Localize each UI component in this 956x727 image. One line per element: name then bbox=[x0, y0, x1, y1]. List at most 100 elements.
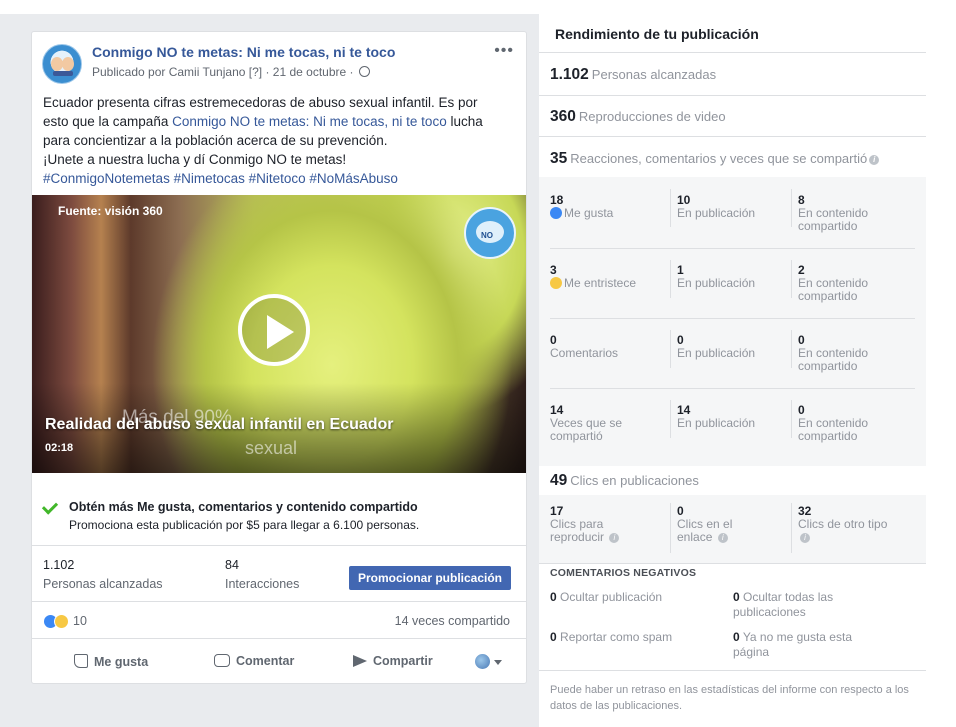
sad-on-post-label: En publicación bbox=[677, 276, 756, 290]
post-header: Conmigo NO te metas: Ni me tocas, ni te … bbox=[42, 42, 518, 86]
divider bbox=[670, 330, 671, 368]
reach-metric: 1.102 Personas alcanzadas bbox=[550, 66, 716, 84]
clicks-play-text: Clics para reproducir bbox=[550, 517, 605, 544]
sad-total: 3 Me entristece bbox=[550, 264, 670, 290]
globe-icon bbox=[358, 66, 370, 77]
page-name-link[interactable]: Conmigo NO te metas: Ni me tocas, ni te … bbox=[92, 44, 395, 60]
shares-on-post-label: En publicación bbox=[677, 416, 756, 430]
unlike-page-stat: 0 Ya no me gusta esta página bbox=[733, 630, 883, 660]
clicks-metric-label: Clics en publicaciones bbox=[570, 473, 699, 488]
shares-shared: 0 En contenido compartido bbox=[798, 404, 908, 443]
divider bbox=[670, 260, 671, 298]
post-text-line: esto que la campaña Conmigo NO te metas:… bbox=[43, 112, 519, 131]
comment-label: Comentar bbox=[236, 654, 295, 668]
sad-shared-label: En contenido compartido bbox=[798, 276, 869, 303]
play-icon bbox=[267, 315, 294, 349]
video-overlay-text: sexual bbox=[245, 438, 298, 458]
divider bbox=[670, 400, 671, 438]
hide-post-value: 0 bbox=[550, 590, 557, 604]
chevron-down-icon[interactable] bbox=[494, 660, 502, 665]
views-metric-label: Reproducciones de video bbox=[578, 109, 726, 124]
post-date[interactable]: · 21 de octubre · bbox=[265, 65, 353, 79]
promote-post-button[interactable]: Promocionar publicación bbox=[349, 566, 511, 590]
more-options-icon[interactable]: ••• bbox=[494, 42, 514, 60]
performance-title: Rendimiento de tu publicación bbox=[555, 26, 759, 42]
like-label: Me gusta bbox=[94, 655, 149, 669]
engagement-label: Interacciones bbox=[225, 577, 300, 591]
sad-total-label: Me entristece bbox=[550, 277, 670, 290]
shares-count[interactable]: 14 veces compartido bbox=[395, 614, 510, 628]
hashtags-link[interactable]: #ConmigoNotemetas #Nimetocas #Nitetoco #… bbox=[43, 169, 519, 188]
interactions-metric-label: Reacciones, comentarios y veces que se c… bbox=[570, 151, 868, 166]
divider bbox=[670, 189, 671, 227]
post-card: Conmigo NO te metas: Ni me tocas, ni te … bbox=[31, 31, 527, 684]
divider bbox=[550, 388, 915, 389]
report-spam-value: 0 bbox=[550, 630, 557, 644]
comments-on-post-label: En publicación bbox=[677, 346, 756, 360]
clicks-other-text: Clics de otro tipo bbox=[798, 517, 888, 531]
play-button[interactable] bbox=[238, 294, 310, 366]
post-stats: 1.102 Personas alcanzadas 84 Interaccion… bbox=[32, 547, 526, 602]
post-text-line: ¡Unete a nuestra lucha y dí Conmigo NO t… bbox=[43, 152, 347, 167]
likes-total: 18 Me gusta bbox=[550, 194, 670, 220]
clicks-link: 0 Clics en el enlace i bbox=[677, 505, 767, 544]
like-button[interactable]: Me gusta bbox=[74, 654, 148, 669]
reactions-count[interactable]: 10 bbox=[73, 614, 87, 628]
post-text-fragment: esto que la campaña bbox=[43, 114, 173, 129]
comments-total-label: Comentarios bbox=[550, 346, 619, 360]
views-metric: 360 Reproducciones de video bbox=[550, 108, 726, 126]
page-avatar[interactable] bbox=[42, 44, 82, 84]
share-button[interactable]: Compartir bbox=[353, 654, 433, 668]
post-body: Ecuador presenta cifras estremecedoras d… bbox=[43, 93, 519, 188]
hide-all-label: Ocultar todas las publicaciones bbox=[733, 590, 834, 619]
divider bbox=[791, 503, 792, 553]
shares-on-post: 14 En publicación bbox=[677, 404, 797, 430]
info-icon[interactable]: i bbox=[869, 155, 880, 165]
likes-on-post: 10 En publicación bbox=[677, 194, 797, 220]
interactions-metric: 35 Reacciones, comentarios y veces que se… bbox=[550, 150, 880, 168]
avatar-child-figure bbox=[62, 57, 74, 71]
clicks-play-label: Clics para reproducir i bbox=[550, 518, 640, 544]
engagement-value: 84 bbox=[225, 558, 239, 572]
divider bbox=[539, 95, 926, 96]
clicks-metric: 49 Clics en publicaciones bbox=[550, 472, 699, 490]
boost-subtitle: Promociona esta publicación por $5 para … bbox=[69, 518, 420, 532]
clicks-breakdown: 17 Clics para reproducir i 0 Clics en el e… bbox=[539, 495, 926, 563]
negative-feedback-title: COMENTARIOS NEGATIVOS bbox=[550, 567, 697, 579]
page-avatar-icon[interactable] bbox=[475, 654, 490, 669]
info-icon[interactable]: i bbox=[800, 533, 810, 543]
interactions-metric-value: 35 bbox=[550, 150, 568, 167]
interactions-breakdown: 18 Me gusta 10 En publicación 8 En contenid… bbox=[539, 177, 926, 466]
like-icon bbox=[550, 207, 562, 219]
report-spam-stat: 0 Reportar como spam bbox=[550, 630, 730, 645]
likes-total-text: Me gusta bbox=[564, 206, 614, 220]
sad-shared: 2 En contenido compartido bbox=[798, 264, 908, 303]
hide-post-label: Ocultar publicación bbox=[560, 590, 663, 604]
comment-button[interactable]: Comentar bbox=[214, 654, 294, 668]
post-actions: Me gusta Comentar Compartir bbox=[32, 640, 526, 684]
likes-shared: 8 En contenido compartido bbox=[798, 194, 908, 233]
publisher-tag[interactable]: [?] bbox=[249, 65, 262, 79]
report-footnote: Puede haber un retraso en las estadístic… bbox=[550, 684, 909, 712]
publisher-name[interactable]: Publicado por Camii Tunjano bbox=[92, 65, 245, 79]
shares-total: 14 Veces que se compartió bbox=[550, 404, 660, 443]
video-player[interactable]: Fuente: visión 360 NO Más del 90% sexual… bbox=[32, 195, 526, 473]
info-icon[interactable]: i bbox=[609, 533, 620, 543]
boost-suggestion[interactable]: Obtén más Me gusta, comentarios y conten… bbox=[32, 486, 526, 546]
info-icon[interactable]: i bbox=[717, 533, 728, 543]
top-bar bbox=[0, 0, 956, 14]
sad-reaction-icon[interactable] bbox=[54, 614, 69, 629]
unlike-page-value: 0 bbox=[733, 630, 740, 644]
clicks-play: 17 Clics para reproducir i bbox=[550, 505, 640, 544]
campaign-logo: NO bbox=[464, 207, 516, 259]
likes-on-post-label: En publicación bbox=[677, 206, 756, 220]
clicks-link-label: Clics en el enlace i bbox=[677, 518, 767, 544]
reach-label: Personas alcanzadas bbox=[43, 577, 163, 591]
reach-value: 1.102 bbox=[43, 558, 75, 572]
campaign-link[interactable]: Conmigo NO te metas: Ni me tocas, ni te … bbox=[172, 114, 447, 129]
report-spam-label: Reportar como spam bbox=[560, 630, 673, 644]
clicks-other: 32 Clics de otro tipo i bbox=[798, 505, 898, 544]
divider bbox=[539, 52, 926, 53]
post-text-fragment: lucha bbox=[446, 114, 483, 129]
post-text-line: para concientizar a la población acerca … bbox=[43, 133, 388, 148]
